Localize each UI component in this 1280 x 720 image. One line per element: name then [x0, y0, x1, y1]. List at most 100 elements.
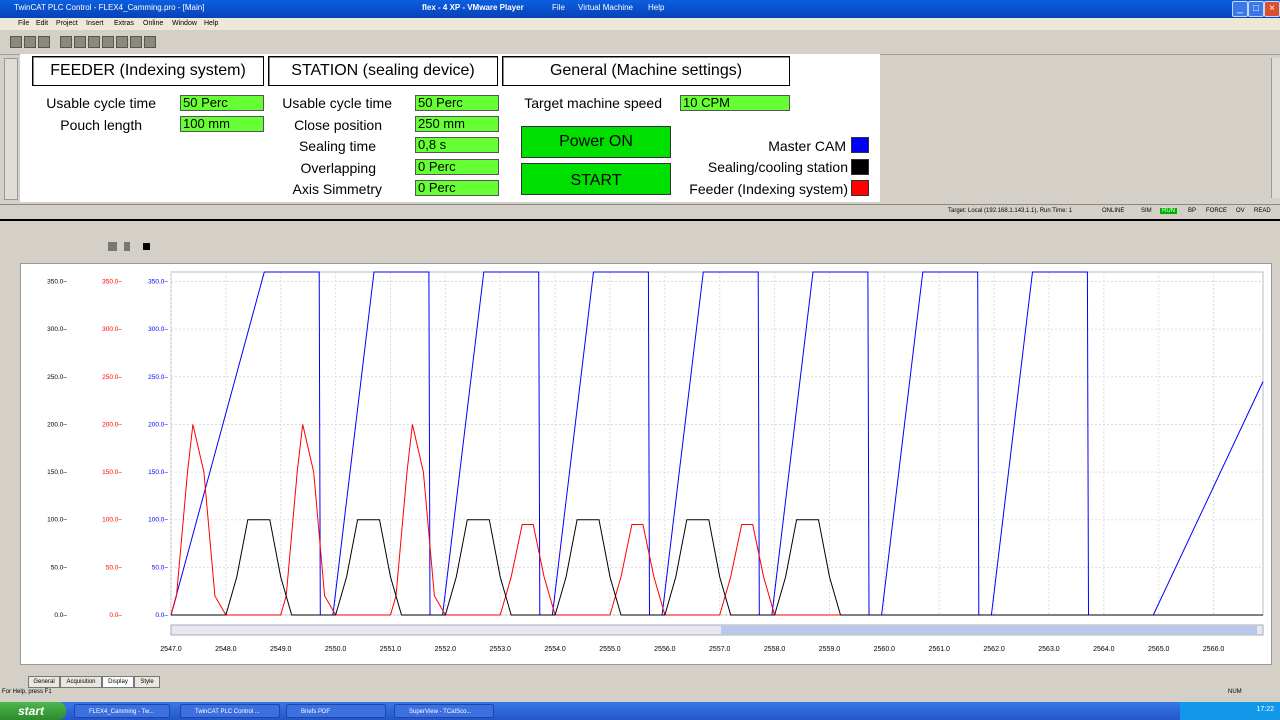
flag-run: RUN: [1160, 208, 1177, 214]
close-icon[interactable]: ×: [1264, 1, 1280, 17]
general-header: General (Machine settings): [502, 56, 790, 86]
x-tick-label: 2561.0: [929, 646, 951, 653]
menu-bar: File Edit Project Insert Extras Online W…: [0, 18, 1280, 30]
left-scrollbar[interactable]: [4, 58, 18, 200]
target-status: Target: Local (192.168.1.143.1.1), Run T…: [948, 208, 1073, 214]
y-tick-label: 250.0–: [148, 374, 168, 381]
station-cycle-label: Usable cycle time: [282, 95, 392, 111]
y-tick-label: 250.0–: [102, 374, 122, 381]
flag-read: READ: [1254, 208, 1271, 214]
save-icon[interactable]: [38, 36, 50, 48]
feeder-cycle-field[interactable]: 50 Perc: [180, 95, 264, 111]
scope-chart[interactable]: 2547.0 2548.0 2549.0 2550.0 2551.0 2552.0 2553…: [20, 263, 1272, 665]
plc-status-strip: Target: Local (192.168.1.143.1.1), Run T…: [0, 204, 1280, 221]
taskbar: start FLEX4_Camming - Tw... TwinCAT PLC …: [0, 702, 1280, 720]
machine-speed-field[interactable]: 10 CPM: [680, 95, 790, 111]
x-tick-label: 2556.0: [654, 646, 676, 653]
visualization-panel: FEEDER (Indexing system) STATION (sealin…: [20, 54, 880, 202]
menu-window[interactable]: Window: [172, 20, 197, 27]
main-toolbar: [0, 30, 1280, 55]
start-button[interactable]: START: [521, 163, 671, 195]
scope-menu-bar: [0, 224, 1280, 234]
menu-online[interactable]: Online: [143, 20, 163, 27]
x-tick-label: 2564.0: [1093, 646, 1115, 653]
vmware-menu-help[interactable]: Help: [648, 3, 664, 12]
maximize-icon[interactable]: □: [1248, 1, 1264, 17]
login-icon[interactable]: [60, 36, 72, 48]
logout-icon[interactable]: [74, 36, 86, 48]
breakpoint-icon[interactable]: [130, 36, 142, 48]
step-icon[interactable]: [144, 36, 156, 48]
task-pdf[interactable]: Briefs PDF: [286, 704, 386, 718]
y-tick-label: 0.0–: [54, 612, 67, 619]
y-tick-label: 350.0–: [148, 279, 168, 286]
y-tick-label: 200.0–: [102, 421, 122, 428]
tab-display[interactable]: Display: [102, 676, 134, 688]
run-icon[interactable]: [88, 36, 100, 48]
window-title: TwinCAT PLC Control - FLEX4_Camming.pro …: [14, 3, 205, 12]
task-flex4[interactable]: FLEX4_Camming - Tw...: [74, 704, 170, 718]
y-tick-label: 200.0–: [47, 421, 67, 428]
stop-icon[interactable]: [102, 36, 114, 48]
power-on-button[interactable]: Power ON: [521, 126, 671, 158]
y-tick-label: 50.0–: [51, 564, 68, 571]
y-tick-label: 250.0–: [47, 374, 67, 381]
menu-extras[interactable]: Extras: [114, 20, 134, 27]
y-tick-label: 150.0–: [47, 469, 67, 476]
x-tick-label: 2550.0: [325, 646, 347, 653]
x-tick-label: 2552.0: [435, 646, 457, 653]
x-tick-label: 2554.0: [544, 646, 566, 653]
menu-insert[interactable]: Insert: [86, 20, 104, 27]
right-scrollbar[interactable]: [1271, 58, 1280, 198]
clock: 17:22: [1256, 706, 1274, 713]
menu-project[interactable]: Project: [56, 20, 78, 27]
y-tick-label: 350.0–: [102, 279, 122, 286]
station-cycle-field[interactable]: 50 Perc: [415, 95, 499, 111]
print-icon[interactable]: [108, 242, 117, 251]
menu-help[interactable]: Help: [204, 20, 218, 27]
overlapping-label: Overlapping: [300, 160, 377, 176]
y-tick-label: 50.0–: [106, 564, 123, 571]
start-button-taskbar[interactable]: start: [0, 702, 66, 720]
legend-sealing-label: Sealing/cooling station: [707, 159, 848, 175]
legend-sealing-swatch: [851, 159, 869, 175]
x-tick-label: 2559.0: [819, 646, 841, 653]
tab-acquisition[interactable]: Acquisition: [60, 676, 102, 688]
menu-edit[interactable]: Edit: [36, 20, 48, 27]
x-tick-label: 2558.0: [764, 646, 786, 653]
sealing-time-field[interactable]: 0,8 s: [415, 137, 499, 153]
help-hint: For Help, press F1: [2, 689, 52, 695]
legend-feeder-swatch: [851, 180, 869, 196]
flag-sim: SIM: [1141, 208, 1152, 214]
overlapping-field[interactable]: 0 Perc: [415, 159, 499, 175]
close-position-field[interactable]: 250 mm: [415, 116, 499, 132]
y-tick-label: 100.0–: [148, 517, 168, 524]
tab-style[interactable]: Style: [134, 676, 160, 688]
new-icon[interactable]: [10, 36, 22, 48]
station-header: STATION (sealing device): [268, 56, 498, 86]
chart-hscroll-thumb: [721, 626, 1257, 634]
x-tick-label: 2566.0: [1203, 646, 1225, 653]
legend-master-cam-label: Master CAM: [768, 138, 846, 154]
y-tick-label: 150.0–: [148, 469, 168, 476]
menu-file[interactable]: File: [18, 20, 29, 27]
pouch-length-field[interactable]: 100 mm: [180, 116, 264, 132]
scope-chart-svg: 2547.0 2548.0 2549.0 2550.0 2551.0 2552.0 2553…: [47, 271, 1264, 653]
task-scope[interactable]: SuperView - TCatSco...: [394, 704, 494, 718]
axis-symmetry-field[interactable]: 0 Perc: [415, 180, 499, 196]
minimize-icon[interactable]: _: [1232, 1, 1248, 17]
vmware-menu-vm[interactable]: Virtual Machine: [578, 3, 633, 12]
x-tick-label: 2562.0: [983, 646, 1005, 653]
vmware-menu-file[interactable]: File: [552, 3, 565, 12]
x-tick-label: 2557.0: [709, 646, 731, 653]
marker-icon[interactable]: [124, 242, 130, 251]
legend-master-cam-swatch: [851, 137, 869, 153]
task-twincat[interactable]: TwinCAT PLC Control ...: [180, 704, 280, 718]
tab-general[interactable]: General: [28, 676, 60, 688]
x-tick-label: 2555.0: [599, 646, 621, 653]
num-lock-status: NUM: [1228, 689, 1242, 695]
record-icon[interactable]: [143, 243, 150, 250]
reset-icon[interactable]: [116, 36, 128, 48]
open-icon[interactable]: [24, 36, 36, 48]
x-tick-label: 2553.0: [490, 646, 512, 653]
